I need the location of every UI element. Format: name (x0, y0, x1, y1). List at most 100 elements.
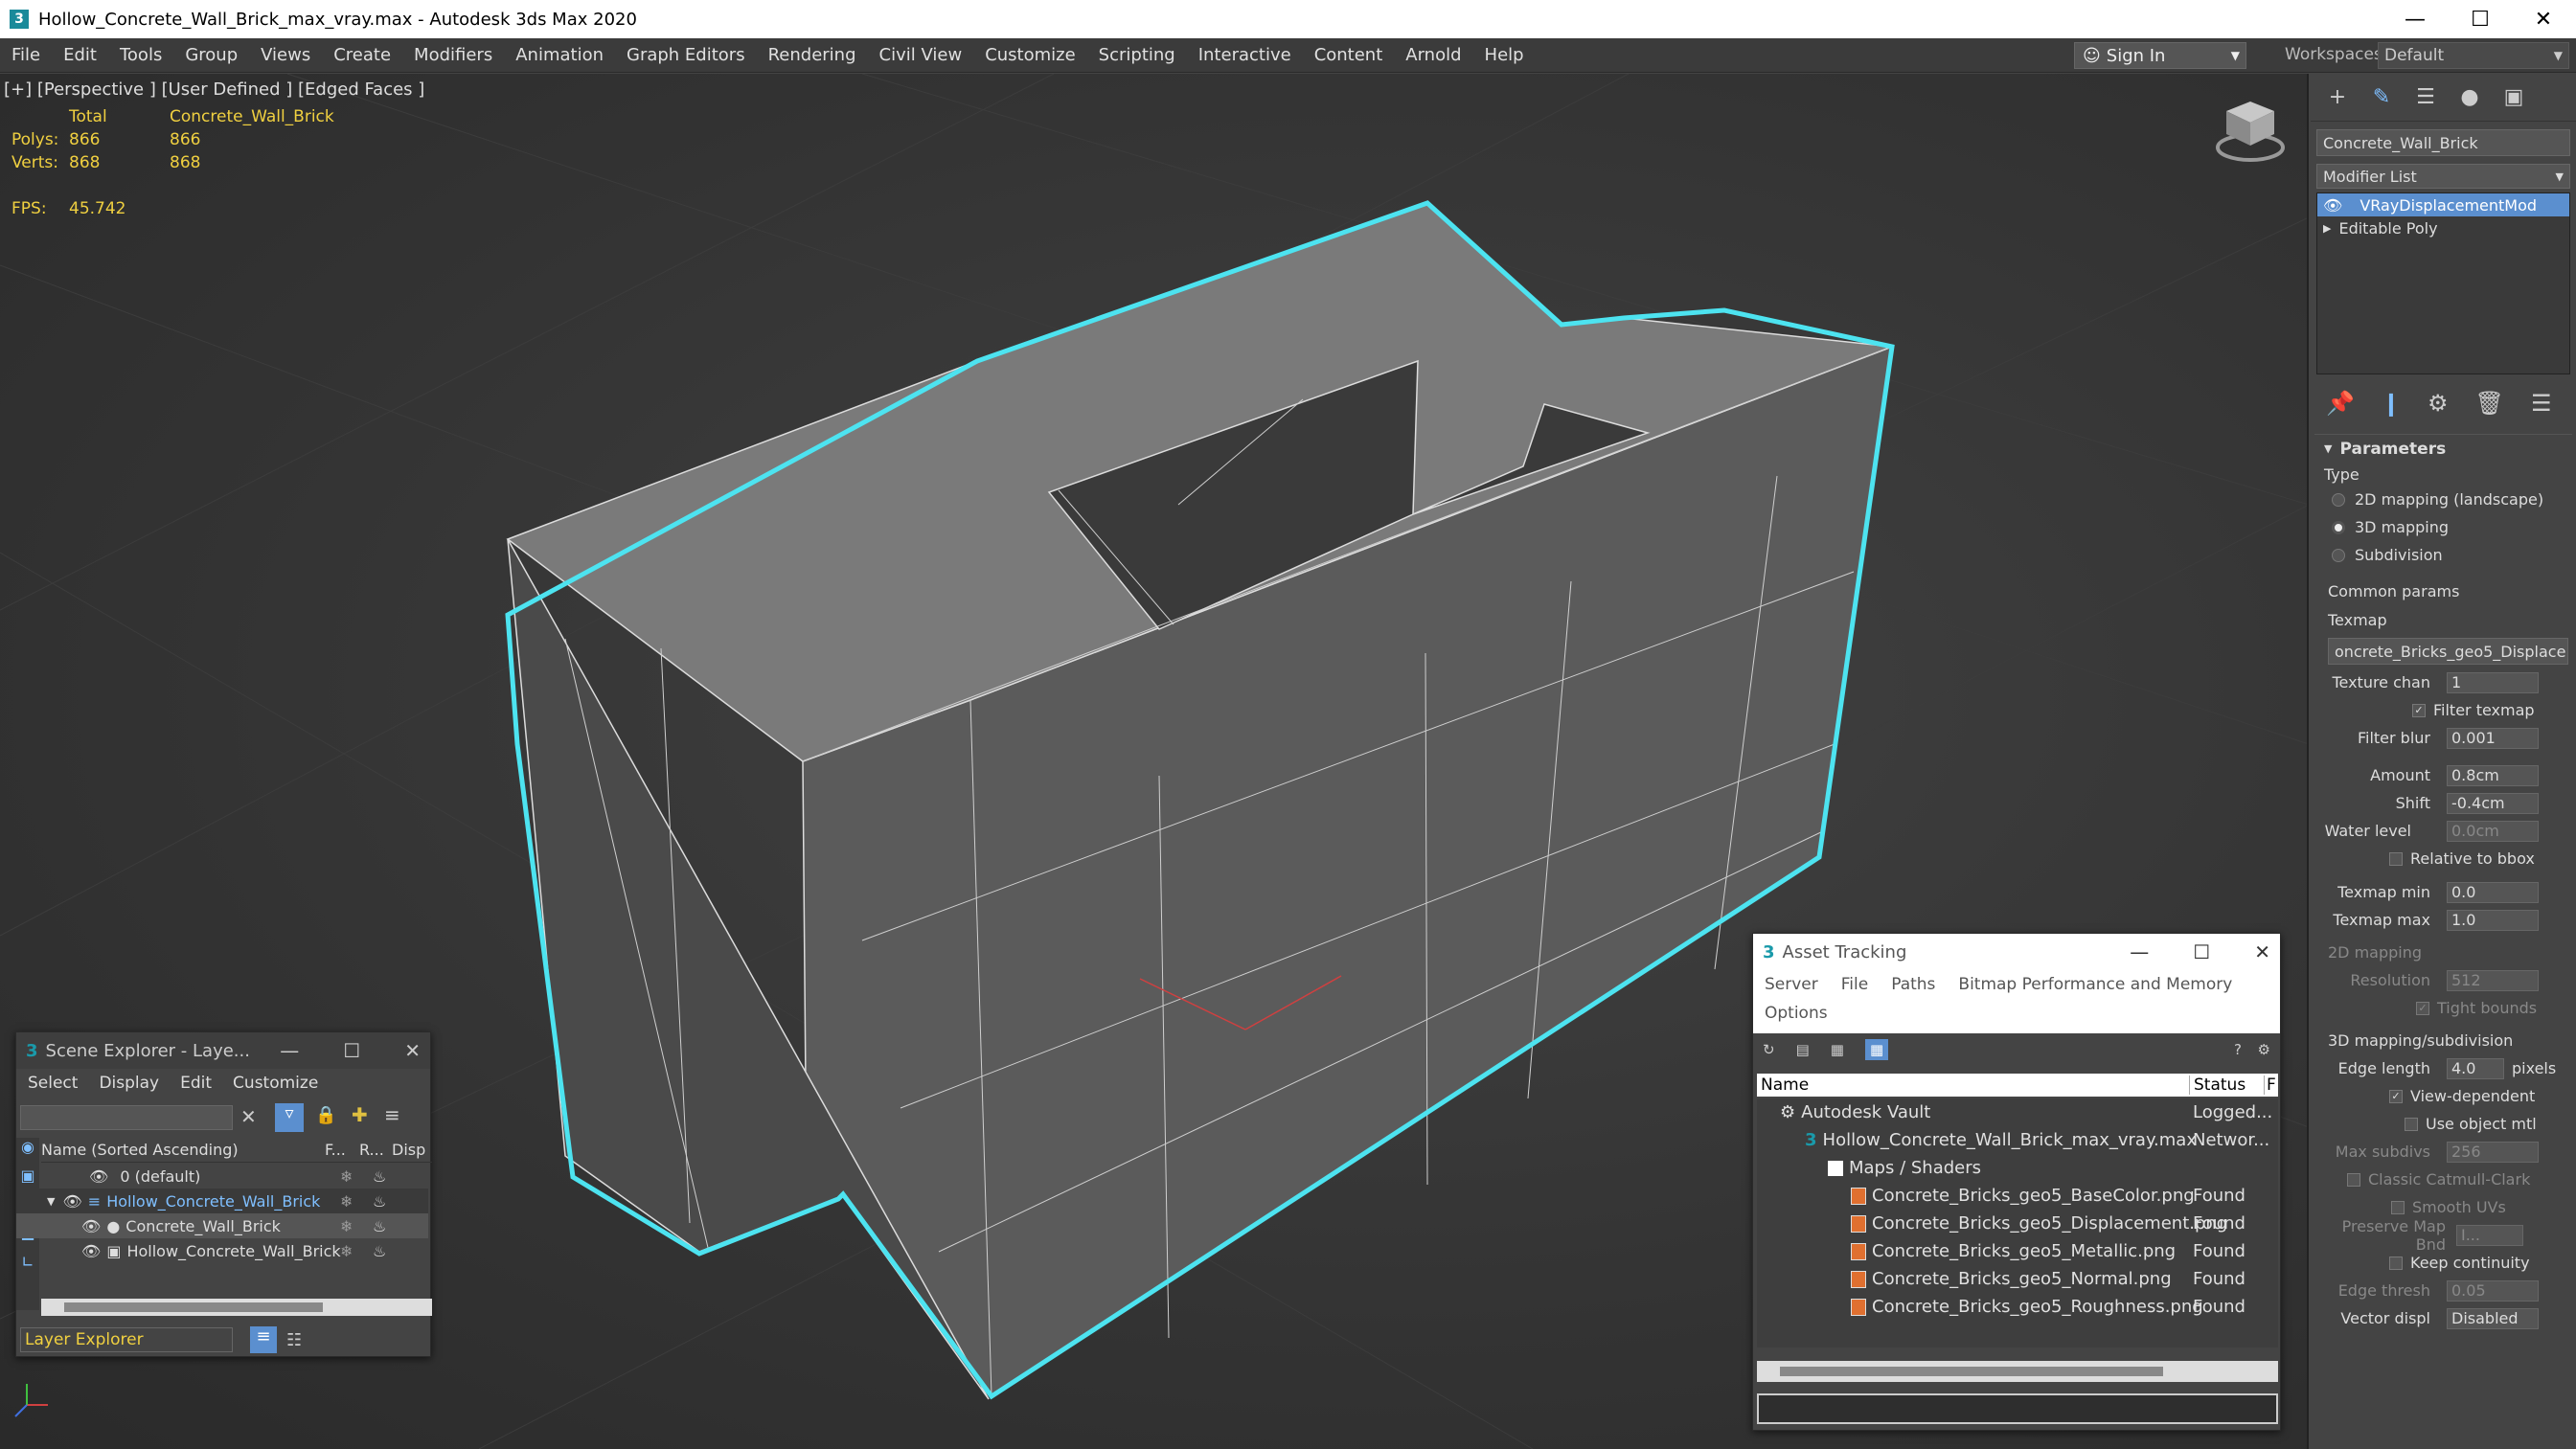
menu-file[interactable]: File (0, 45, 52, 65)
at-menu-file[interactable]: File (1841, 975, 1868, 994)
resolution-spinner[interactable]: 512 (2447, 969, 2539, 991)
refresh-icon[interactable]: ↻ (1763, 1041, 1775, 1058)
concrete-brick-mesh[interactable] (506, 202, 1893, 1400)
at-menu-paths[interactable]: Paths (1891, 975, 1935, 994)
eye-icon[interactable]: 👁 (89, 1167, 108, 1186)
tight-bounds-checkbox[interactable]: ✓ Tight bounds (2311, 994, 2576, 1022)
close-button[interactable]: ✕ (404, 1039, 421, 1062)
horizontal-scrollbar[interactable] (1757, 1361, 2278, 1382)
vector-displ-dropdown[interactable]: Disabled (2447, 1307, 2539, 1329)
scene-search-input[interactable] (20, 1105, 233, 1130)
modify-tab-icon[interactable]: ✎ (2366, 82, 2397, 113)
render-teapot-icon[interactable]: ♨ (373, 1192, 386, 1211)
eye-icon[interactable]: 👁 (2323, 196, 2342, 215)
se-menu-select[interactable]: Select (28, 1074, 78, 1093)
stack-item-vraydisplacementmod[interactable]: 👁 VRayDisplacementMod (2317, 193, 2569, 216)
make-unique-icon[interactable]: ⚙ (2428, 390, 2449, 417)
tree-view-icon[interactable]: ▦ (1864, 1039, 1889, 1060)
use-object-mtl-checkbox[interactable]: Use object mtl (2311, 1110, 2576, 1138)
classic-catmull-clark-checkbox[interactable]: Classic Catmull-Clark (2311, 1166, 2576, 1193)
se-menu-edit[interactable]: Edit (180, 1074, 212, 1093)
menu-scripting[interactable]: Scripting (1087, 45, 1187, 65)
render-teapot-icon[interactable]: ♨ (373, 1217, 386, 1235)
close-button[interactable]: ✕ (2254, 940, 2270, 963)
help-icon[interactable]: ? (2234, 1041, 2242, 1058)
at-menu-server[interactable]: Server (1765, 975, 1818, 994)
render-teapot-icon[interactable]: ♨ (373, 1242, 386, 1260)
menu-help[interactable]: Help (1473, 45, 1536, 65)
maximize-button[interactable]: ☐ (343, 1039, 360, 1062)
tree-row[interactable]: ▼ 👁 ≡ Hollow_Concrete_Wall_Brick ❄ ♨ (16, 1189, 428, 1213)
explorer-type-dropdown[interactable]: Layer Explorer (20, 1327, 233, 1352)
eye-icon[interactable]: 👁 (81, 1242, 101, 1260)
show-end-result-icon[interactable]: ❙ (2382, 390, 2401, 417)
max-subdivs-spinner[interactable]: 256 (2447, 1141, 2539, 1163)
scene-explorer-titlebar[interactable]: 3 Scene Explorer - Laye... — ☐ ✕ (16, 1032, 430, 1069)
configure-sets-icon[interactable]: ☰ (2531, 390, 2552, 417)
minimize-button[interactable]: — (280, 1039, 299, 1062)
menu-graph-editors[interactable]: Graph Editors (615, 45, 757, 65)
pin-stack-icon[interactable]: 📌 (2326, 390, 2355, 417)
render-teapot-icon[interactable]: ♨ (373, 1167, 386, 1186)
menu-tools[interactable]: Tools (108, 45, 173, 65)
hierarchy-icon[interactable]: ☷ (286, 1330, 302, 1350)
create-tab-plus-icon[interactable]: + (2322, 82, 2353, 113)
filter-texmap-checkbox[interactable]: ✓ Filter texmap (2311, 696, 2576, 724)
asset-tracking-titlebar[interactable]: 3 Asset Tracking — ☐ ✕ (1753, 934, 2280, 970)
menu-interactive[interactable]: Interactive (1187, 45, 1303, 65)
amount-spinner[interactable]: 0.8cm (2447, 764, 2539, 786)
menu-civil-view[interactable]: Civil View (868, 45, 974, 65)
settings-icon[interactable]: ⚙ (2258, 1041, 2270, 1058)
select-objects-icon[interactable]: ◉ (16, 1138, 39, 1166)
tree-row[interactable]: 👁 0 (default) ❄ ♨ (16, 1164, 428, 1189)
minimize-button[interactable]: — (2382, 0, 2448, 38)
object-name-field[interactable]: Concrete_Wall_Brick (2316, 129, 2570, 156)
sign-in-dropdown[interactable]: ☺ Sign In ▼ (2074, 42, 2246, 69)
freeze-icon[interactable]: ❄ (340, 1242, 353, 1260)
se-menu-display[interactable]: Display (99, 1074, 159, 1093)
freeze-icon[interactable]: ❄ (340, 1167, 353, 1186)
table-view-icon[interactable]: ▦ (1831, 1041, 1844, 1058)
menu-edit[interactable]: Edit (52, 45, 108, 65)
eye-icon[interactable]: 👁 (62, 1192, 81, 1211)
col-name-header[interactable]: Name (1757, 1075, 2190, 1095)
menu-content[interactable]: Content (1303, 45, 1395, 65)
lock-icon[interactable]: 🔒 (315, 1105, 336, 1125)
viewport-label[interactable]: [+] [Perspective ] [User Defined ] [Edge… (4, 79, 424, 100)
menu-rendering[interactable]: Rendering (757, 45, 868, 65)
modifier-list-dropdown[interactable]: Modifier List ▼ (2316, 164, 2570, 189)
shift-spinner[interactable]: -0.4cm (2447, 792, 2539, 814)
menu-views[interactable]: Views (249, 45, 322, 65)
filter-icon[interactable]: ▿ (275, 1103, 304, 1132)
menu-customize[interactable]: Customize (973, 45, 1086, 65)
filter-blur-spinner[interactable]: 0.001 (2447, 727, 2539, 749)
stack-item-editable-poly[interactable]: ▶ Editable Poly (2317, 216, 2569, 239)
tree-row-selected[interactable]: 👁 ● Concrete_Wall_Brick ❄ ♨ (16, 1213, 428, 1238)
table-row[interactable]: Maps / Shaders (1757, 1154, 2274, 1182)
add-layer-icon[interactable]: ✚ (352, 1103, 368, 1126)
at-menu-options[interactable]: Options (1765, 1004, 1828, 1023)
menu-arnold[interactable]: Arnold (1394, 45, 1472, 65)
asset-path-field[interactable] (1757, 1393, 2278, 1424)
layers-icon[interactable]: ≡ (384, 1103, 400, 1126)
water-level-spinner[interactable]: 0.0cm (2447, 820, 2539, 842)
maximize-button[interactable]: ☐ (2448, 0, 2513, 38)
viewcube-icon[interactable] (2215, 98, 2286, 163)
collapse-arrow-icon[interactable]: ▼ (47, 1195, 55, 1208)
texmap-max-spinner[interactable]: 1.0 (2447, 909, 2539, 931)
col-extra-header[interactable]: F (2265, 1075, 2276, 1095)
texmap-button[interactable]: oncrete_Bricks_geo5_Displace (2328, 638, 2568, 665)
menu-animation[interactable]: Animation (504, 45, 615, 65)
horizontal-scrollbar[interactable] (41, 1299, 432, 1316)
maximize-button[interactable]: ☐ (2193, 940, 2210, 963)
texmap-min-spinner[interactable]: 0.0 (2447, 881, 2539, 903)
radio-2d-mapping[interactable]: 2D mapping (landscape) (2311, 486, 2576, 513)
layer-explorer-icon[interactable]: ≡ (250, 1326, 277, 1353)
list-view-icon[interactable]: ▤ (1796, 1041, 1810, 1058)
col-status-header[interactable]: Status (2190, 1075, 2265, 1095)
keep-continuity-checkbox[interactable]: Keep continuity (2311, 1249, 2576, 1277)
radio-3d-mapping[interactable]: 3D mapping (2311, 513, 2576, 541)
radio-subdivision[interactable]: Subdivision (2311, 541, 2576, 569)
minimize-button[interactable]: — (2130, 940, 2149, 963)
view-dependent-checkbox[interactable]: ✓ View-dependent (2311, 1082, 2576, 1110)
